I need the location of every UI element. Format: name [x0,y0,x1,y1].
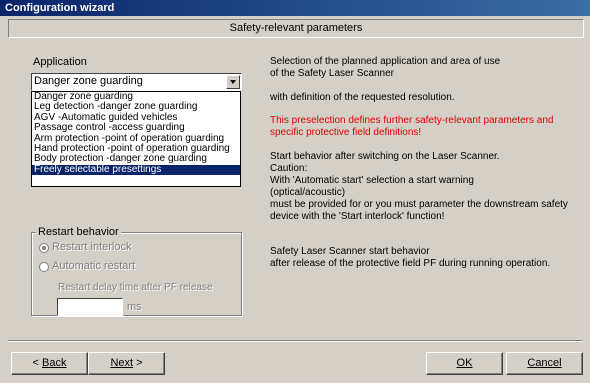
dropdown-option-passage-control[interactable]: Passage control -access guarding [32,122,240,133]
chevron-down-icon[interactable] [226,75,240,89]
start-line: device with the 'Start interlock' functi… [270,211,445,222]
info-resolution-text: with definition of the requested resolut… [270,92,455,103]
bottom-divider [8,340,582,342]
application-combobox-value: Danger zone guarding [34,75,143,87]
section-header: Safety-relevant parameters [8,19,584,38]
application-label: Application [33,56,87,68]
ok-button[interactable]: OK [426,352,503,375]
restart-delay-unit: ms [127,301,142,313]
restart-interlock-label[interactable]: Restart interlock [52,241,131,253]
configuration-wizard-window: Configuration wizard Safety-relevant par… [0,0,590,383]
info-start-behavior-text: Start behavior after switching on the La… [270,151,580,223]
info-line: of the Safety Laser Scanner [270,68,394,79]
start-line: Start behavior after switching on the La… [270,151,500,162]
info-restart-behavior-text: Safety Laser Scanner start behavior afte… [270,246,580,270]
back-button[interactable]: < Back [11,352,88,375]
title-bar[interactable]: Configuration wizard [0,0,590,16]
next-button[interactable]: Next > [88,352,165,375]
start-line: (optical/acoustic) [270,187,346,198]
restart-line: Safety Laser Scanner start behavior [270,246,430,257]
cancel-button-label: Cancel [527,357,562,369]
next-button-label: Next [110,357,134,369]
restart-line: after release of the protective field PF… [270,258,551,269]
info-warning-text: This preselection defines further safety… [270,115,580,139]
start-line: Caution: [270,163,308,174]
restart-delay-input[interactable] [57,298,123,316]
back-button-label: Back [42,357,67,369]
info-line: Selection of the planned application and… [270,56,501,67]
next-arrow-icon: > [133,357,143,369]
automatic-restart-radio[interactable] [39,262,49,272]
restart-interlock-radio[interactable] [39,243,49,253]
restart-behavior-title: Restart behavior [36,226,121,238]
info-selection-text: Selection of the planned application and… [270,56,580,80]
dropdown-option-freely-selectable[interactable]: Freely selectable presettings [32,164,240,176]
warning-line: This preselection defines further safety… [270,115,554,126]
application-dropdown-list[interactable]: Danger zone guarding Leg detection -dang… [31,91,241,187]
application-combobox[interactable]: Danger zone guarding [31,73,242,91]
restart-delay-label: Restart delay time after PF release [58,282,213,293]
automatic-restart-label[interactable]: Automatic restart [52,260,135,272]
back-arrow-icon: < [32,357,42,369]
start-line: must be provided for or you must paramet… [270,199,568,210]
start-line: With 'Automatic start' selection a start… [270,175,474,186]
cancel-button[interactable]: Cancel [506,352,583,375]
window-title: Configuration wizard [5,2,115,14]
warning-line: specific protective field definitions! [270,127,422,138]
ok-button-label: OK [456,357,473,369]
